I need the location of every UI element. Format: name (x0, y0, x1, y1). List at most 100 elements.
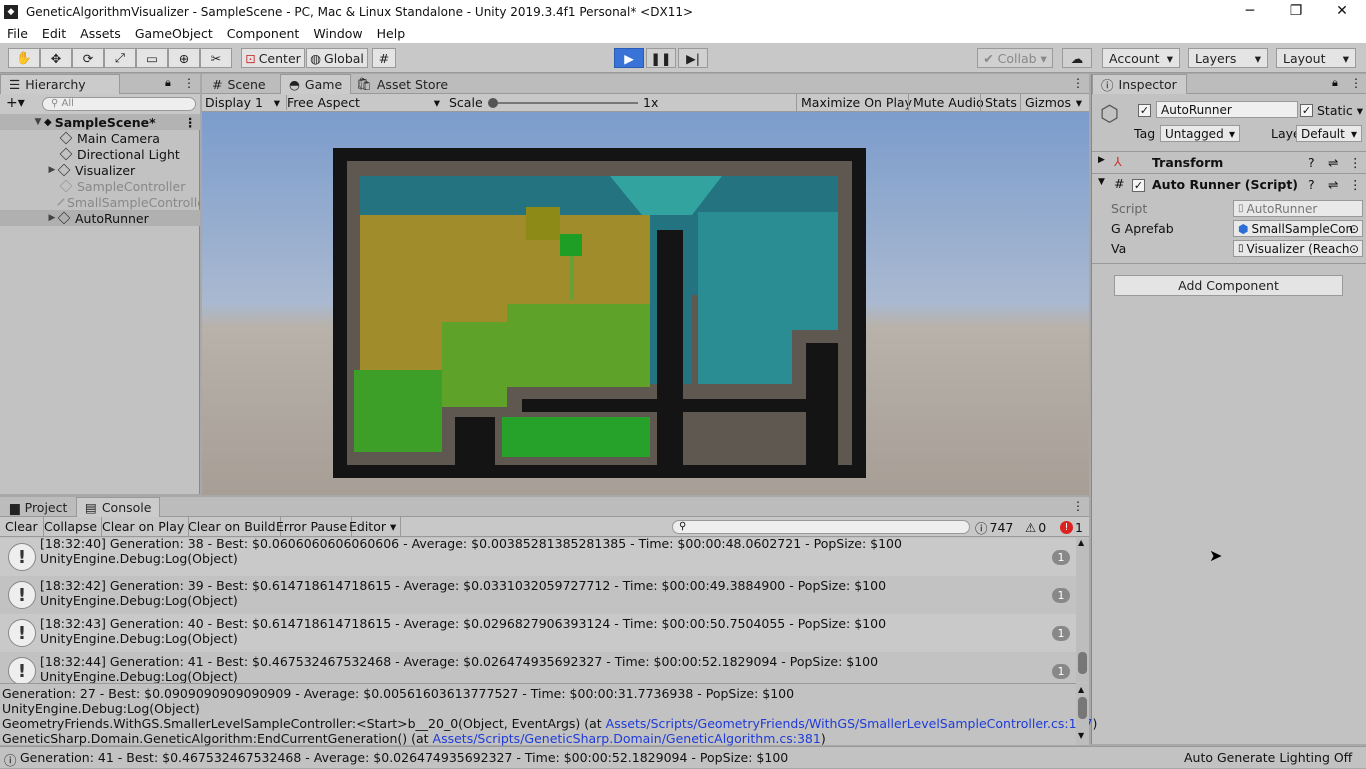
clear-on-play-toggle[interactable]: Clear on Play (98, 517, 190, 537)
field-gaprefab-value[interactable]: ⬢ SmallSampleCon ⊙ (1233, 220, 1363, 237)
kebab-menu-icon[interactable]: ⋮ (1350, 76, 1362, 90)
aspect-dropdown[interactable]: Free Aspect ▾ (286, 95, 440, 110)
status-message[interactable]: Generation: 41 - Best: $0.46753246753246… (20, 750, 788, 765)
clear-button[interactable]: Clear (0, 517, 44, 537)
error-count-toggle[interactable]: ! 1 (1060, 518, 1083, 536)
create-add-icon[interactable]: +▾ (6, 95, 25, 111)
custom-tool-icon[interactable]: ✂ (200, 48, 232, 68)
lock-icon[interactable]: 🔒︎ (165, 76, 171, 90)
scale-tool-icon[interactable]: ⤢ (104, 48, 136, 68)
transform-component-header[interactable]: ▶ ⅄ Transform ? ⇌ ⋮ (1092, 151, 1366, 172)
tab-game[interactable]: ◓ Game (280, 74, 352, 94)
gizmos-dropdown[interactable]: Gizmos ▾ (1020, 94, 1086, 112)
transform-tool-icon[interactable]: ⊕ (168, 48, 200, 68)
help-icon[interactable]: ? (1308, 177, 1315, 192)
console-search-input[interactable]: ⚲ (672, 520, 970, 534)
tab-scene[interactable]: # Scene (204, 74, 274, 94)
expand-arrow-icon[interactable]: ▶ (46, 213, 58, 223)
pivot-center-button[interactable]: ⊡ Center (241, 48, 305, 68)
menu-assets[interactable]: Assets (73, 26, 128, 41)
menu-window[interactable]: Window (306, 26, 369, 41)
hierarchy-item-autorunner[interactable]: ▶ AutoRunner (0, 210, 200, 226)
layers-dropdown[interactable]: Layers ▾ (1188, 48, 1268, 68)
menu-gameobject[interactable]: GameObject (128, 26, 220, 41)
field-va-value[interactable]: ▯ Visualizer (Reach ⊙ (1233, 240, 1363, 257)
menu-help[interactable]: Help (370, 26, 413, 41)
maximize-on-play-toggle[interactable]: Maximize On Play (796, 94, 916, 112)
step-button[interactable]: ▶| (678, 48, 708, 68)
collapse-toggle[interactable]: Collapse (40, 517, 103, 537)
stack-frame-link[interactable]: Assets/Scripts/GeneticSharp.Domain/Genet… (433, 731, 821, 746)
auto-lighting-status[interactable]: Auto Generate Lighting Off (1184, 750, 1352, 765)
scale-slider-handle[interactable] (488, 98, 498, 108)
layout-dropdown[interactable]: Layout ▾ (1276, 48, 1356, 68)
hierarchy-item-sample-controller[interactable]: SampleController (0, 178, 200, 194)
tab-inspector[interactable]: ⓘ Inspector (1092, 74, 1187, 94)
hierarchy-search-input[interactable]: ⚲ All (42, 97, 196, 111)
object-name-input[interactable]: AutoRunner (1156, 101, 1298, 118)
pivot-global-button[interactable]: ◍ Global (306, 48, 368, 68)
preset-icon[interactable]: ⇌ (1328, 177, 1338, 192)
hierarchy-scene-row[interactable]: ▼ ◆ SampleScene* ⋮ (0, 114, 200, 130)
scale-slider[interactable] (488, 98, 638, 108)
scroll-down-icon[interactable]: ▼ (1078, 731, 1084, 740)
object-picker-icon[interactable]: ⊙ (1349, 222, 1359, 236)
tab-console[interactable]: ▤ Console (76, 497, 161, 517)
scrollbar-thumb[interactable] (1078, 697, 1087, 719)
display-dropdown[interactable]: Display 1 ▾ (205, 95, 280, 110)
expand-arrow-icon[interactable]: ▶ (1098, 155, 1105, 165)
help-icon[interactable]: ? (1308, 155, 1315, 170)
clear-on-build-toggle[interactable]: Clear on Build (184, 517, 281, 537)
stats-toggle[interactable]: Stats (980, 94, 1021, 112)
play-button[interactable]: ▶ (614, 48, 644, 68)
rect-tool-icon[interactable]: ▭ (136, 48, 168, 68)
console-log-entry[interactable]: ! [18:32:40] Generation: 38 - Best: $0.06… (0, 536, 1076, 576)
add-component-button[interactable]: Add Component (1114, 275, 1343, 296)
tab-project[interactable]: ▆ Project (2, 497, 75, 517)
lock-icon[interactable]: 🔒︎ (1332, 76, 1338, 90)
mute-audio-toggle[interactable]: Mute Audio (908, 94, 988, 112)
kebab-menu-icon[interactable]: ⋮ (184, 115, 197, 130)
game-render-area[interactable] (202, 112, 1089, 495)
kebab-menu-icon[interactable]: ⋮ (1349, 155, 1362, 170)
console-list-scrollbar[interactable]: ▲ (1076, 538, 1089, 682)
layer-dropdown[interactable]: Default ▾ (1296, 125, 1362, 142)
expand-arrow-icon[interactable]: ▼ (1098, 177, 1105, 187)
menu-component[interactable]: Component (220, 26, 307, 41)
kebab-menu-icon[interactable]: ⋮ (183, 76, 195, 90)
rotate-tool-icon[interactable]: ⟳ (72, 48, 104, 68)
pause-button[interactable]: ❚❚ (646, 48, 676, 68)
static-toggle[interactable]: ✓ Static ▾ (1300, 101, 1363, 119)
scrollbar-thumb[interactable] (1078, 652, 1087, 674)
kebab-menu-icon[interactable]: ⋮ (1072, 499, 1084, 513)
warning-count-toggle[interactable]: ⚠ 0 (1025, 518, 1046, 536)
tab-asset-store[interactable]: 🛍︎ Asset Store (348, 74, 456, 94)
expand-arrow-icon[interactable]: ▶ (46, 165, 58, 175)
minimize-icon[interactable]: ─ (1227, 0, 1273, 23)
log-count-toggle[interactable]: ⓘ 747 (975, 518, 1013, 536)
kebab-menu-icon[interactable]: ⋮ (1072, 76, 1084, 90)
cloud-icon[interactable]: ☁ (1062, 48, 1092, 68)
detail-scrollbar[interactable]: ▲ ▼ (1076, 683, 1089, 745)
hand-tool-icon[interactable]: ✋ (8, 48, 40, 68)
autorunner-component-header[interactable]: ▼ # ✓ Auto Runner (Script) ? ⇌ ⋮ (1092, 173, 1366, 194)
active-checkbox[interactable]: ✓ (1138, 101, 1151, 119)
error-pause-toggle[interactable]: Error Pause (272, 517, 353, 537)
object-picker-icon[interactable]: ⊙ (1349, 242, 1359, 256)
console-log-entry[interactable]: ! [18:32:42] Generation: 39 - Best: $0.61… (0, 576, 1076, 614)
component-enabled-checkbox[interactable]: ✓ (1132, 177, 1145, 192)
expand-arrow-icon[interactable]: ▼ (32, 117, 44, 127)
menu-edit[interactable]: Edit (35, 26, 73, 41)
hierarchy-item-small-sample-controller[interactable]: SmallSampleController (0, 194, 200, 210)
hierarchy-item-directional-light[interactable]: Directional Light (0, 146, 200, 162)
stack-frame-link[interactable]: Assets/Scripts/GeometryFriends/WithGS/Sm… (606, 716, 1093, 731)
menu-file[interactable]: File (0, 26, 35, 41)
hierarchy-item-main-camera[interactable]: Main Camera (0, 130, 200, 146)
scroll-up-icon[interactable]: ▲ (1078, 538, 1084, 547)
scroll-up-icon[interactable]: ▲ (1078, 685, 1084, 694)
account-dropdown[interactable]: Account ▾ (1102, 48, 1180, 68)
collab-button[interactable]: ✔ Collab ▾ (977, 48, 1053, 68)
kebab-menu-icon[interactable]: ⋮ (1349, 177, 1362, 192)
maximize-icon[interactable]: ❐ (1273, 0, 1319, 23)
hierarchy-item-visualizer[interactable]: ▶ Visualizer (0, 162, 200, 178)
